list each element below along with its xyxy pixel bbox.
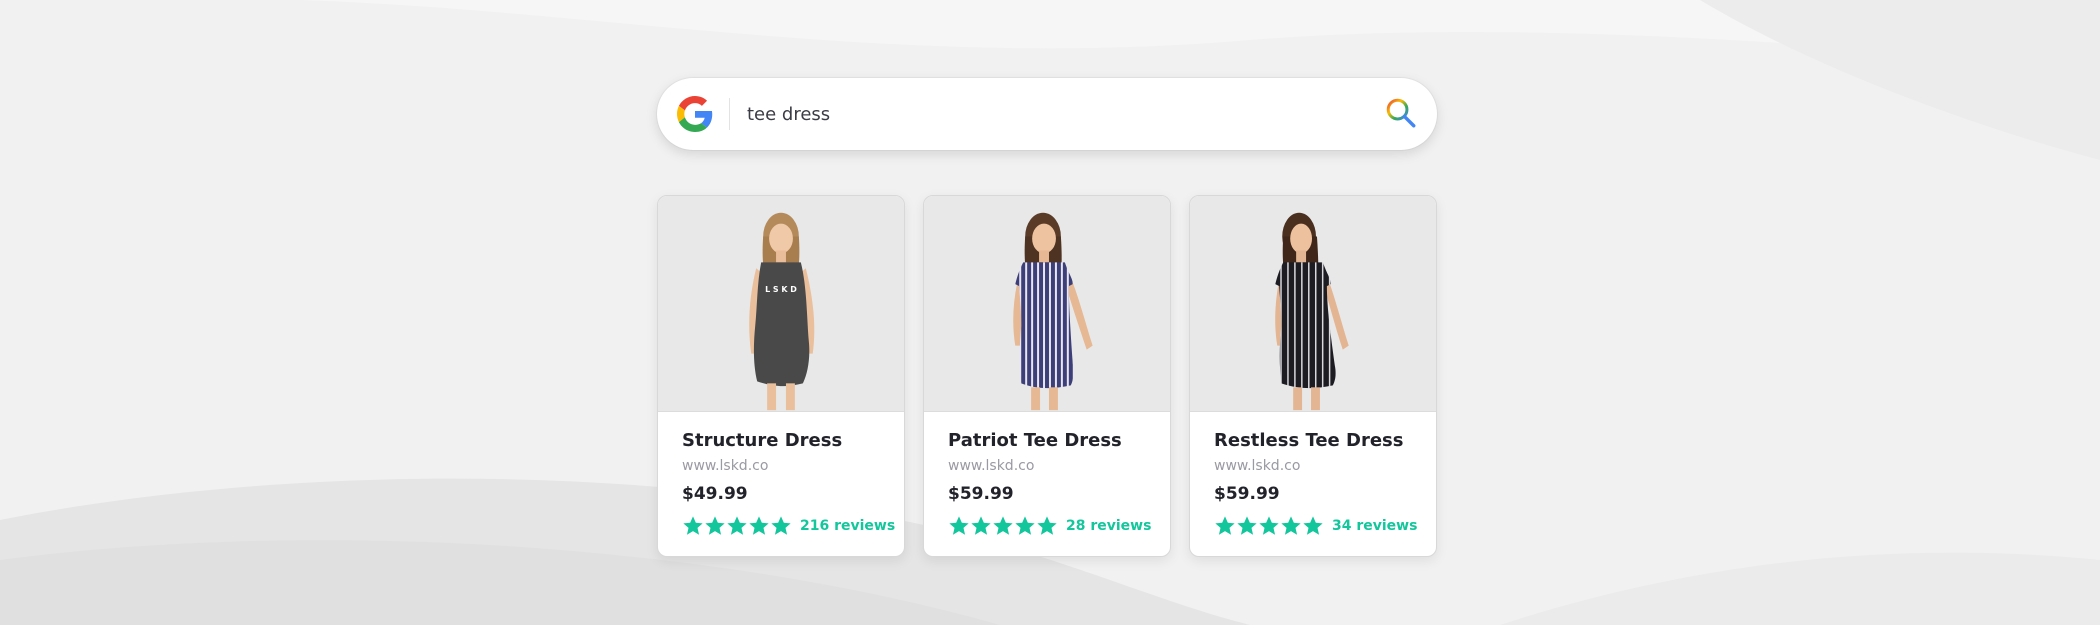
product-card[interactable]: L S K D Structure Dress www.lskd.co $49.… (657, 195, 905, 557)
star-icon (1303, 516, 1323, 535)
product-image[interactable] (1190, 196, 1436, 412)
product-image[interactable]: L S K D (658, 196, 904, 412)
star-icon (1037, 516, 1057, 535)
product-card[interactable]: Restless Tee Dress www.lskd.co $59.99 34… (1189, 195, 1437, 557)
star-icon (705, 516, 725, 535)
google-g-icon (677, 96, 713, 132)
search-button[interactable] (1383, 96, 1419, 132)
star-rating (1214, 515, 1324, 537)
star-icon (1237, 516, 1257, 535)
product-url: www.lskd.co (1214, 458, 1301, 474)
product-card[interactable]: Patriot Tee Dress www.lskd.co $59.99 28 … (923, 195, 1171, 557)
product-rating: 34 reviews (1214, 514, 1417, 538)
search-icon (1386, 98, 1416, 128)
dress-print: L S K D (765, 285, 797, 294)
star-icon (1015, 516, 1035, 535)
star-icon (993, 516, 1013, 535)
star-icon (971, 516, 991, 535)
product-rating: 216 reviews (682, 514, 895, 538)
product-price: $59.99 (1214, 484, 1280, 504)
star-icon (683, 516, 703, 535)
product-url: www.lskd.co (948, 458, 1035, 474)
search-input[interactable] (747, 94, 1347, 134)
product-price: $49.99 (682, 484, 748, 504)
star-icon (1215, 516, 1235, 535)
star-icon (771, 516, 791, 535)
star-icon (1281, 516, 1301, 535)
search-bar[interactable] (657, 78, 1437, 150)
star-rating (948, 515, 1058, 537)
star-icon (949, 516, 969, 535)
reviews-link[interactable]: 28 reviews (1066, 518, 1151, 534)
star-rating (682, 515, 792, 537)
product-title[interactable]: Patriot Tee Dress (948, 430, 1122, 451)
search-divider (729, 98, 730, 130)
product-title[interactable]: Restless Tee Dress (1214, 430, 1403, 451)
reviews-link[interactable]: 216 reviews (800, 518, 895, 534)
reviews-link[interactable]: 34 reviews (1332, 518, 1417, 534)
star-icon (1259, 516, 1279, 535)
product-price: $59.99 (948, 484, 1014, 504)
star-icon (749, 516, 769, 535)
product-rating: 28 reviews (948, 514, 1151, 538)
product-url: www.lskd.co (682, 458, 769, 474)
star-icon (727, 516, 747, 535)
product-image[interactable] (924, 196, 1170, 412)
product-title[interactable]: Structure Dress (682, 430, 842, 451)
